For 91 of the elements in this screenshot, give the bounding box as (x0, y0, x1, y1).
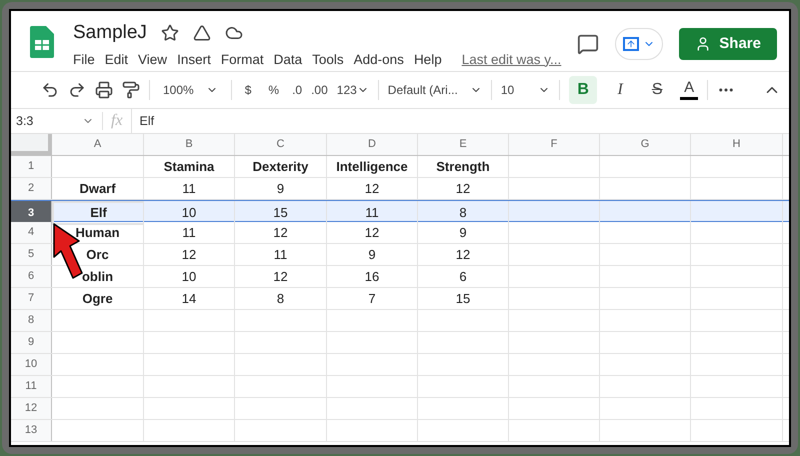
row-label-cell-text: Dwarf (79, 180, 116, 198)
row-header[interactable]: 8 (11, 310, 52, 331)
undo-icon[interactable] (41, 81, 59, 99)
table-cell-text: 11 (274, 246, 288, 264)
column-header[interactable]: B (144, 134, 235, 155)
table-cell-text: 15 (456, 290, 470, 308)
column-title-cell-text: Dexterity (252, 158, 308, 176)
paint-format-icon[interactable] (122, 81, 140, 99)
present-button[interactable] (615, 28, 664, 60)
row-header[interactable]: 7 (11, 288, 52, 309)
menu-item[interactable]: Add-ons (354, 50, 404, 70)
row-header[interactable]: 6 (11, 266, 52, 287)
row-header[interactable]: 5 (11, 244, 52, 265)
zoom-dropdown[interactable]: 100% (159, 81, 222, 99)
table-cell-text: 8 (276, 290, 284, 308)
spreadsheet-logo-icon[interactable] (30, 26, 54, 58)
table-cell-text: 12 (273, 224, 288, 242)
redo-icon[interactable] (68, 81, 86, 99)
table-cell-text: 12 (364, 180, 380, 198)
table-cell-text: 11 (182, 180, 196, 198)
row-label-cell-text: Ogre (82, 290, 113, 308)
menu-item[interactable]: View (138, 50, 168, 70)
table-cell-text: 12 (456, 180, 470, 198)
row-label-cell-text: Elf (90, 204, 107, 222)
table-cell-text: 15 (273, 204, 288, 222)
row-label-cell-text: Orc (86, 246, 109, 264)
name-box[interactable]: 3:3 (11, 112, 103, 130)
row-header[interactable]: 9 (11, 332, 52, 353)
document-title[interactable]: SampleJ (73, 19, 147, 48)
table-cell-text: 9 (459, 224, 467, 242)
number-format-dropdown[interactable]: 123 (336, 81, 369, 99)
column-header[interactable]: F (509, 134, 600, 155)
menu-item[interactable]: Edit (104, 50, 128, 70)
table-cell-text: 8 (459, 204, 467, 222)
share-button[interactable]: Share (679, 28, 777, 60)
column-title-cell-text: Intelligence (336, 158, 408, 176)
table-cell-text: 11 (365, 204, 379, 222)
table-cell-text: 9 (276, 180, 284, 198)
row-header[interactable]: 4 (11, 222, 52, 243)
last-edit-link[interactable]: Last edit was y... (462, 50, 562, 70)
percent-button[interactable]: % (264, 81, 284, 99)
table-cell-text: 12 (182, 246, 196, 264)
menu-item[interactable]: File (73, 50, 95, 70)
column-title-cell-text: Strength (436, 158, 490, 176)
column-header[interactable]: G (600, 134, 691, 155)
decrease-decimal-button[interactable]: .0 (292, 81, 302, 99)
present-icon (623, 37, 640, 51)
print-icon[interactable] (95, 81, 113, 99)
font-size-dropdown[interactable]: 10 (500, 81, 550, 99)
star-icon[interactable] (160, 24, 179, 42)
table-cell-text: 12 (273, 268, 288, 286)
table-cell-text: 7 (368, 290, 376, 308)
currency-button[interactable]: $ (240, 81, 256, 99)
table-cell-text: 11 (182, 224, 196, 242)
increase-decimal-button[interactable]: .00 (311, 81, 328, 99)
italic-button[interactable]: I (606, 76, 634, 104)
strike-button[interactable]: S (643, 76, 672, 104)
row-header[interactable]: 11 (11, 376, 52, 397)
table-cell-text: 10 (182, 204, 196, 222)
row-header[interactable]: 10 (11, 354, 52, 375)
column-header[interactable]: A (52, 134, 144, 155)
font-dropdown[interactable]: Default (Ari... (388, 81, 482, 99)
text-color-button[interactable]: A (680, 80, 698, 100)
column-header[interactable]: D (327, 134, 418, 155)
table-cell-text: 9 (368, 246, 376, 264)
row-label-cell-text: Human (75, 224, 120, 242)
row-header[interactable]: 12 (11, 398, 52, 419)
column-header[interactable]: H (691, 134, 783, 155)
menu-item[interactable]: Format (220, 50, 264, 70)
column-title-cell-text: Stamina (164, 158, 214, 176)
table-cell-text: 10 (182, 268, 196, 286)
menu-item[interactable]: Insert (177, 50, 211, 70)
table-cell-text: 14 (182, 290, 196, 308)
menu-item[interactable]: Tools (312, 50, 344, 70)
row-header[interactable]: 2 (11, 178, 52, 199)
table-cell-text: 12 (456, 246, 470, 264)
menu-item[interactable]: Help (414, 50, 442, 70)
menu-item[interactable]: Data (274, 50, 302, 70)
table-cell-text: 16 (364, 268, 380, 286)
column-header[interactable]: C (235, 134, 327, 155)
formula-field[interactable]: Elf (132, 112, 789, 130)
comment-icon[interactable] (577, 33, 600, 55)
column-header[interactable]: E (418, 134, 509, 155)
row-header[interactable]: 1 (11, 156, 52, 177)
row-label-cell-text: oblin (82, 268, 114, 286)
person-icon (695, 36, 712, 52)
bold-button[interactable]: B (569, 76, 598, 104)
table-cell-text: 6 (459, 268, 467, 286)
table-cell-text: 12 (364, 224, 380, 242)
row-header[interactable]: 13 (11, 420, 52, 441)
fx-label: fx (103, 109, 132, 133)
